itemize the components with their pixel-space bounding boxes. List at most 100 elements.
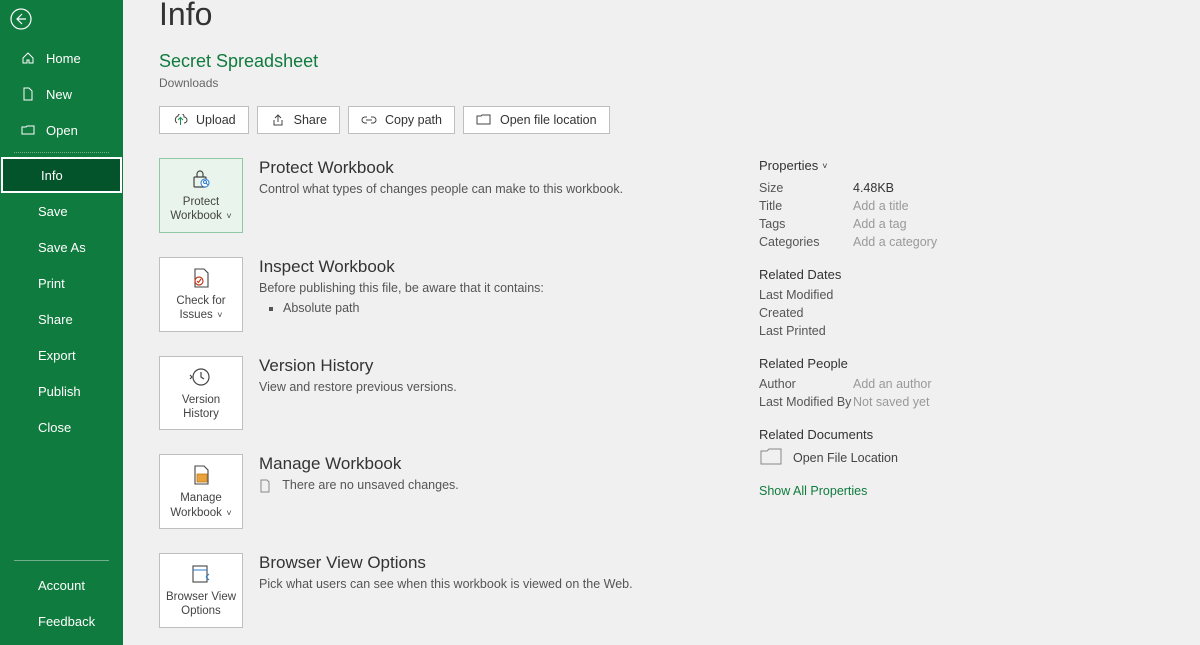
- manage-workbook-tile[interactable]: Manage Workbook ˅: [159, 454, 243, 529]
- related-people-header: Related People: [759, 356, 1059, 371]
- browser-desc: Pick what users can see when this workbo…: [259, 577, 633, 591]
- nav-bottom-separator: [14, 560, 109, 561]
- properties-header-label: Properties: [759, 158, 818, 173]
- folder-icon: [759, 448, 785, 468]
- open-file-location-label: Open File Location: [793, 451, 898, 465]
- open-location-button[interactable]: Open file location: [463, 106, 610, 134]
- version-title: Version History: [259, 356, 457, 376]
- nav-account[interactable]: Account: [0, 567, 123, 603]
- nav-info-label: Info: [41, 168, 63, 183]
- lock-icon: [188, 167, 214, 191]
- copy-path-button[interactable]: Copy path: [348, 106, 455, 134]
- prop-categories[interactable]: CategoriesAdd a category: [759, 235, 1059, 249]
- nav-open[interactable]: Open: [0, 112, 123, 148]
- protect-tile-label: Protect Workbook: [170, 196, 222, 222]
- check-issues-tile[interactable]: Check for Issues ˅: [159, 257, 243, 332]
- prop-modified-by: Last Modified ByNot saved yet: [759, 395, 1059, 409]
- nav-home-label: Home: [46, 51, 81, 66]
- protect-workbook-tile[interactable]: Protect Workbook ˅: [159, 158, 243, 233]
- properties-dropdown[interactable]: Properties ˅: [759, 158, 1059, 173]
- nav-new[interactable]: New: [0, 76, 123, 112]
- info-sections: Protect Workbook ˅ Protect Workbook Cont…: [159, 158, 699, 645]
- inspect-section: Check for Issues ˅ Inspect Workbook Befo…: [159, 257, 699, 332]
- inspect-item: Absolute path: [283, 301, 544, 315]
- nav-open-label: Open: [46, 123, 78, 138]
- nav-save[interactable]: Save: [0, 193, 123, 229]
- open-icon: [20, 122, 36, 138]
- version-history-tile[interactable]: Version History: [159, 356, 243, 431]
- version-body: Version History View and restore previou…: [259, 356, 457, 394]
- nav-feedback-label: Feedback: [38, 614, 95, 629]
- show-all-properties-link[interactable]: Show All Properties: [759, 484, 867, 498]
- share-icon: [270, 112, 286, 128]
- upload-label: Upload: [196, 113, 236, 127]
- browser-view-tile[interactable]: Browser View Options: [159, 553, 243, 628]
- home-icon: [20, 50, 36, 66]
- related-documents-header: Related Documents: [759, 427, 1059, 442]
- nav-publish[interactable]: Publish: [0, 373, 123, 409]
- nav-save-as[interactable]: Save As: [0, 229, 123, 265]
- nav-export-label: Export: [38, 348, 76, 363]
- inspect-title: Inspect Workbook: [259, 257, 544, 277]
- protect-body: Protect Workbook Control what types of c…: [259, 158, 623, 196]
- prop-tags[interactable]: TagsAdd a tag: [759, 217, 1059, 231]
- main-content: Info Secret Spreadsheet Downloads Upload…: [123, 0, 1200, 645]
- nav-share-label: Share: [38, 312, 73, 327]
- browser-tile-label: Browser View Options: [164, 590, 238, 619]
- open-file-location-link[interactable]: Open File Location: [759, 448, 1059, 468]
- check-icon: [188, 266, 214, 290]
- chevron-down-icon: ˅: [224, 211, 232, 221]
- nav-info[interactable]: Info: [1, 157, 122, 193]
- prop-created: Created: [759, 306, 1059, 320]
- prop-last-printed: Last Printed: [759, 324, 1059, 338]
- nav-separator: [14, 152, 109, 153]
- content-row: Protect Workbook ˅ Protect Workbook Cont…: [159, 158, 1164, 645]
- nav-share[interactable]: Share: [0, 301, 123, 337]
- share-button[interactable]: Share: [257, 106, 340, 134]
- version-section: Version History Version History View and…: [159, 356, 699, 431]
- backstage-sidebar: Home New Open Info Save Save As Print Sh…: [0, 0, 123, 645]
- upload-button[interactable]: Upload: [159, 106, 249, 134]
- manage-tile-label: Manage Workbook: [170, 492, 222, 518]
- prop-title[interactable]: TitleAdd a title: [759, 199, 1059, 213]
- related-dates-header: Related Dates: [759, 267, 1059, 282]
- nav-print[interactable]: Print: [0, 265, 123, 301]
- link-icon: [361, 112, 377, 128]
- back-button[interactable]: [6, 4, 36, 34]
- nav-export[interactable]: Export: [0, 337, 123, 373]
- browser-body: Browser View Options Pick what users can…: [259, 553, 633, 591]
- upload-icon: [172, 112, 188, 128]
- manage-section: Manage Workbook ˅ Manage Workbook There …: [159, 454, 699, 529]
- back-arrow-icon: [10, 8, 32, 30]
- protect-section: Protect Workbook ˅ Protect Workbook Cont…: [159, 158, 699, 233]
- prop-author[interactable]: AuthorAdd an author: [759, 377, 1059, 391]
- open-location-label: Open file location: [500, 113, 597, 127]
- nav-new-label: New: [46, 87, 72, 102]
- prop-size: Size4.48KB: [759, 181, 1059, 195]
- nav-close[interactable]: Close: [0, 409, 123, 445]
- copy-path-label: Copy path: [385, 113, 442, 127]
- browser-icon: [188, 562, 214, 586]
- protect-desc: Control what types of changes people can…: [259, 182, 623, 196]
- new-icon: [20, 86, 36, 102]
- prop-last-modified: Last Modified: [759, 288, 1059, 302]
- protect-title: Protect Workbook: [259, 158, 623, 178]
- chevron-down-icon: ˅: [822, 161, 827, 171]
- page-title: Info: [159, 0, 1164, 33]
- chevron-down-icon: ˅: [224, 508, 232, 518]
- inspect-desc: Before publishing this file, be aware th…: [259, 281, 544, 295]
- nav-save-label: Save: [38, 204, 68, 219]
- nav-print-label: Print: [38, 276, 65, 291]
- file-name: Secret Spreadsheet: [159, 51, 1164, 72]
- browser-section: Browser View Options Browser View Option…: [159, 553, 699, 628]
- document-icon: [259, 479, 273, 493]
- history-icon: [188, 365, 214, 389]
- folder-icon: [476, 112, 492, 128]
- nav-home[interactable]: Home: [0, 40, 123, 76]
- version-desc: View and restore previous versions.: [259, 380, 457, 394]
- nav-feedback[interactable]: Feedback: [0, 603, 123, 639]
- manage-desc: There are no unsaved changes.: [259, 478, 459, 493]
- nav-close-label: Close: [38, 420, 71, 435]
- share-label: Share: [294, 113, 327, 127]
- version-tile-label: Version History: [164, 393, 238, 422]
